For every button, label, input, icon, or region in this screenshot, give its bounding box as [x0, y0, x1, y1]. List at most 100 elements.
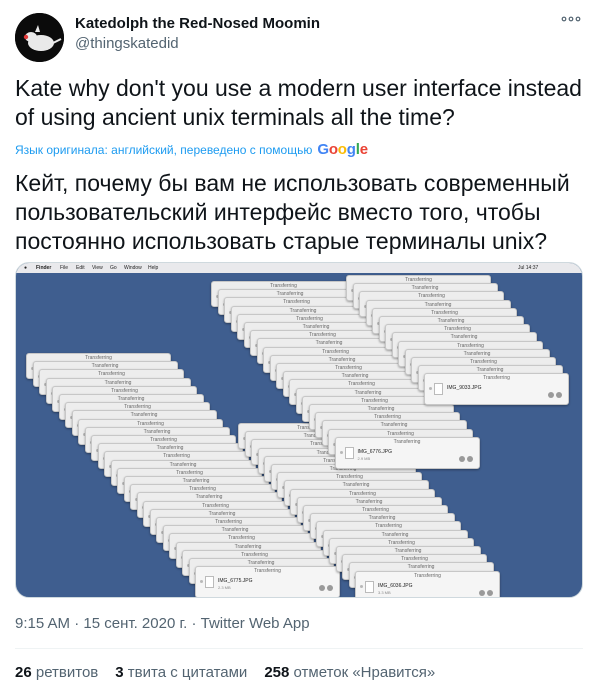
- avatar[interactable]: [15, 13, 64, 62]
- window-controls: [546, 385, 562, 399]
- window-title: Transferring: [483, 375, 510, 382]
- window-title: Transferring: [342, 482, 370, 489]
- window-title: Transferring: [470, 359, 497, 365]
- window-title: Transferring: [296, 315, 323, 322]
- window-title: Transferring: [176, 469, 203, 476]
- window-title: Transferring: [270, 283, 297, 289]
- file-size: 3.3 MB: [378, 589, 391, 595]
- window-title: Transferring: [156, 445, 184, 452]
- retweets-stat[interactable]: 26 ретвитов: [15, 664, 98, 681]
- transfer-window-front: Transferring IMG_6036.JPG 3.3 MB: [355, 570, 500, 597]
- tweet-time[interactable]: 9:15 AM: [15, 615, 70, 632]
- window-title: Transferring: [228, 535, 255, 542]
- more-options-icon[interactable]: [561, 10, 581, 27]
- window-title: Transferring: [463, 350, 491, 357]
- window-title: Transferring: [150, 437, 177, 443]
- window-title: Transferring: [411, 285, 439, 292]
- window-title: Transferring: [388, 539, 415, 546]
- window-title: Transferring: [91, 363, 119, 370]
- file-icon: [205, 576, 214, 589]
- menu-help: Help: [148, 265, 159, 271]
- window-title: Transferring: [387, 430, 414, 437]
- window-title: Transferring: [476, 367, 504, 374]
- window-title: Transferring: [362, 507, 389, 513]
- window-title: Transferring: [182, 478, 210, 484]
- menu-finder: Finder: [36, 265, 52, 271]
- window-title: Transferring: [202, 502, 229, 509]
- window-title: Transferring: [328, 356, 356, 363]
- window-title: Transferring: [98, 371, 125, 378]
- window-title: Transferring: [394, 548, 422, 554]
- window-title: Transferring: [393, 438, 421, 445]
- window-title: Transferring: [444, 326, 471, 333]
- window-title: Transferring: [407, 564, 435, 571]
- window-title: Transferring: [381, 531, 409, 538]
- divider: [15, 648, 583, 649]
- window-title: Transferring: [414, 572, 441, 579]
- window-title: Transferring: [289, 307, 317, 314]
- tweet-text: Kate why don't you use a modern user int…: [15, 75, 582, 130]
- apple-icon: ●: [24, 265, 28, 271]
- menu-file: File: [60, 265, 69, 271]
- menubar-clock: Jul 14:37: [518, 265, 539, 271]
- window-title: Transferring: [137, 420, 164, 427]
- window-title: Transferring: [368, 515, 396, 522]
- file-name: IMG_6036.JPG: [378, 582, 413, 589]
- window-controls: [477, 583, 493, 596]
- window-title: Transferring: [117, 396, 145, 402]
- file-icon: [344, 446, 354, 459]
- window-title: Transferring: [169, 461, 197, 468]
- author-handle[interactable]: @thingskatedid: [75, 35, 179, 52]
- window-title: Transferring: [457, 342, 484, 349]
- window-title: Transferring: [355, 498, 383, 505]
- file-name: IMG_6775.JPG: [218, 578, 253, 585]
- window-title: Transferring: [437, 318, 465, 324]
- author-name[interactable]: Katedolph the Red-Nosed Moomin: [75, 15, 320, 32]
- window-title: Transferring: [234, 543, 262, 550]
- file-size: 2.9 MB: [357, 455, 371, 461]
- file-name: IMG_9033.JPG: [447, 385, 482, 392]
- likes-stat[interactable]: 258 отметок «Нравится»: [264, 664, 435, 681]
- transfer-window-front: Transferring IMG_9033.JPG: [424, 373, 569, 406]
- window-title: Transferring: [374, 414, 401, 421]
- meta-separator: ·: [74, 615, 80, 632]
- window-title: Transferring: [189, 486, 216, 493]
- window-title: Transferring: [130, 412, 158, 419]
- window-title: Transferring: [124, 404, 151, 411]
- window-title: Transferring: [104, 379, 132, 386]
- window-controls: [457, 449, 473, 462]
- meta-separator: ·: [191, 615, 197, 632]
- window-title: Transferring: [354, 389, 382, 396]
- window-controls: [317, 578, 333, 592]
- tweet-media-image[interactable]: ● Finder File Edit View Go Window Help J…: [15, 262, 583, 598]
- window-title: Transferring: [450, 334, 478, 341]
- window-title: Transferring: [418, 293, 445, 300]
- menu-edit: Edit: [76, 265, 85, 271]
- window-title: Transferring: [111, 387, 138, 394]
- file-name: IMG_6776.JPG: [357, 448, 392, 455]
- window-title: Transferring: [315, 340, 343, 347]
- tweet-meta: 9:15 AM · 15 сент. 2020 г. · Twitter Web…: [15, 615, 310, 632]
- tweet-client[interactable]: Twitter Web App: [201, 615, 310, 632]
- translation-note: Язык оригинала: английский, переведено с…: [15, 141, 368, 158]
- window-title: Transferring: [276, 291, 304, 298]
- window-title: Transferring: [424, 301, 452, 308]
- window-title: Transferring: [380, 422, 408, 429]
- file-icon: [434, 383, 443, 396]
- translation-label: Язык оригинала: английский, переведено с…: [15, 142, 313, 157]
- mac-menubar: ● Finder File Edit View Go Window Help J…: [16, 263, 582, 273]
- tweet-date[interactable]: 15 сент. 2020 г.: [83, 615, 187, 632]
- transfer-window-front: Transferring IMG_6775.JPG 2.3 MB: [195, 566, 340, 597]
- window-title: Transferring: [221, 527, 249, 534]
- quotes-stat[interactable]: 3 твита с цитатами: [115, 664, 247, 681]
- menu-window: Window: [124, 265, 142, 271]
- file-size: 2.3 MB: [218, 585, 231, 591]
- avatar-image: [15, 13, 64, 62]
- transfer-window-front: Transferring IMG_6776.JPG 2.9 MB: [334, 436, 480, 469]
- window-title: Transferring: [241, 551, 268, 558]
- window-title: Transferring: [375, 523, 402, 530]
- google-logo[interactable]: Google: [317, 141, 368, 158]
- window-title: Transferring: [215, 519, 242, 525]
- file-icon: [365, 580, 374, 593]
- window-title: Transferring: [431, 309, 458, 316]
